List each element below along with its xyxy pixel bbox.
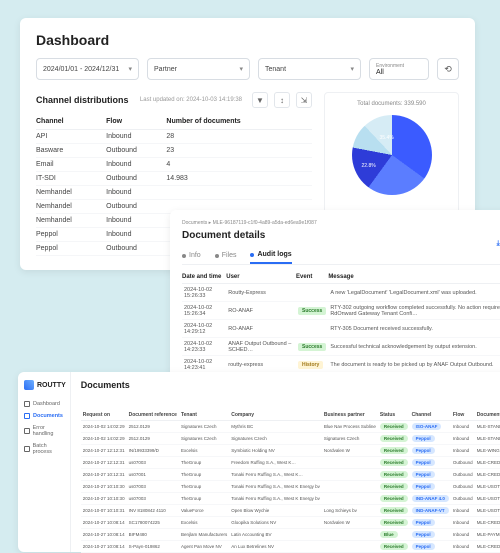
table-row[interactable]: 2024-10-27 10:10:30us07003TheGroupTonaki… bbox=[81, 481, 500, 493]
filter-row: 2024/01/01 - 2024/12/31▾ Partner▾ Tenant… bbox=[36, 58, 459, 80]
nav-icon bbox=[24, 428, 30, 434]
chevron-down-icon: ▾ bbox=[128, 65, 132, 73]
table-row[interactable]: NemhandelInbound bbox=[36, 186, 312, 200]
audit-icon bbox=[250, 253, 254, 257]
table-row[interactable]: 2024-10-02 15:26:34RO-ANAFSuccessRTY-302… bbox=[182, 302, 500, 320]
filter-button[interactable]: ⟲ bbox=[437, 58, 459, 80]
nav-icon bbox=[24, 413, 30, 419]
dashboard-title: Dashboard bbox=[36, 32, 459, 48]
table-row[interactable]: 2024-10-07 10:10:31INV 8180842 4110Value… bbox=[81, 505, 500, 517]
files-icon bbox=[215, 254, 219, 258]
export-icon[interactable]: ⇲ bbox=[296, 92, 312, 108]
date-range-select[interactable]: 2024/01/01 - 2024/12/31▾ bbox=[36, 58, 139, 80]
sidebar-item[interactable]: Error handling bbox=[22, 422, 66, 440]
table-row[interactable]: 2024-10-27 10:08:14BIFM480Benjlam Manufa… bbox=[81, 529, 500, 541]
table-row[interactable]: 2024-10-02 15:26:33Routty-ExpressA new '… bbox=[182, 284, 500, 302]
documents-title: Documents bbox=[81, 380, 500, 390]
table-row[interactable]: 2024-10-02 14:02:292512.0129Signatures C… bbox=[81, 421, 500, 433]
chevron-down-icon: ▾ bbox=[239, 65, 243, 73]
table-row[interactable]: 2024-10-27 12:12:31IN/19933399/DExcelsis… bbox=[81, 445, 500, 457]
partner-select[interactable]: Partner▾ bbox=[147, 58, 250, 80]
documents-table: Request onDocument referenceTenantCompan… bbox=[81, 410, 500, 553]
save-button[interactable]: ⤓ Save bbox=[497, 240, 500, 248]
table-row[interactable]: 2024-10-02 14:02:292512.0129Signatures C… bbox=[81, 433, 500, 445]
sidebar-item[interactable]: Documents bbox=[22, 410, 66, 422]
table-row[interactable]: BaswareOutbound23 bbox=[36, 144, 312, 158]
sidebar-item[interactable]: Batch process bbox=[22, 440, 66, 458]
table-row[interactable]: 2024-10-27 10:08:14S-Payn-019862Agent Pa… bbox=[81, 541, 500, 553]
documents-panel: ROUTTY DashboardDocumentsError handlingB… bbox=[18, 372, 500, 552]
table-row[interactable]: APIInbound28 bbox=[36, 130, 312, 144]
table-row[interactable]: 2024-10-27 10:10:30us07003TheGroupTonaki… bbox=[81, 493, 500, 505]
table-row[interactable]: 2024-10-02 14:23:33ANAF Output Outbound … bbox=[182, 338, 500, 356]
table-row[interactable]: 2024-10-27 10:08:14SC1780074225ExcelsisG… bbox=[81, 517, 500, 529]
sort-icon[interactable]: ↕ bbox=[274, 92, 290, 108]
last-updated: Last updated on: 2024-10-03 14:19:38 bbox=[140, 97, 242, 103]
chevron-down-icon: ▾ bbox=[350, 65, 354, 73]
sidebar-item[interactable]: Dashboard bbox=[22, 398, 66, 410]
filter-icon[interactable]: ▼ bbox=[252, 92, 268, 108]
tenant-select[interactable]: Tenant▾ bbox=[258, 58, 361, 80]
breadcrumb[interactable]: Documents ▸ MLE-96187119-c1f0-4a89-a5da-… bbox=[182, 220, 500, 226]
table-row[interactable]: IT-SDIOutbound14.983 bbox=[36, 172, 312, 186]
table-row[interactable]: 2024-10-02 14:29:12RO-ANAFRTY-305 Docume… bbox=[182, 320, 500, 338]
nav-icon bbox=[24, 446, 30, 452]
dist-title: Channel distributions bbox=[36, 95, 129, 105]
tab-audit-logs[interactable]: Audit logs bbox=[250, 247, 291, 264]
brand-logo[interactable]: ROUTTY bbox=[22, 380, 66, 390]
tab-info[interactable]: Info bbox=[182, 247, 201, 264]
environment-select[interactable]: EnvironmentAll bbox=[369, 58, 429, 80]
nav-icon bbox=[24, 401, 30, 407]
table-row[interactable]: 2024-10-02 14:23:41routty-expressHistory… bbox=[182, 356, 500, 374]
table-row[interactable]: EmailInbound4 bbox=[36, 158, 312, 172]
logo-icon bbox=[24, 380, 34, 390]
details-title: Document details bbox=[182, 230, 500, 241]
total-label: Total documents: 339.590 bbox=[333, 101, 450, 107]
sidebar: ROUTTY DashboardDocumentsError handlingB… bbox=[18, 372, 71, 552]
toolbar: ⟲ ▼ ▤ ⇲ bbox=[81, 394, 500, 406]
tab-files[interactable]: Files bbox=[215, 247, 237, 264]
pie-chart: 35.4% 22.8% bbox=[352, 115, 432, 195]
info-icon bbox=[182, 254, 186, 258]
tabs: Info Files Audit logs bbox=[182, 247, 500, 265]
table-row[interactable]: 2024-10-27 12:12:31us07003TheGroupFreedo… bbox=[81, 457, 500, 469]
table-row[interactable]: 2024-10-27 10:12:31us07001TheGroupTonaki… bbox=[81, 469, 500, 481]
